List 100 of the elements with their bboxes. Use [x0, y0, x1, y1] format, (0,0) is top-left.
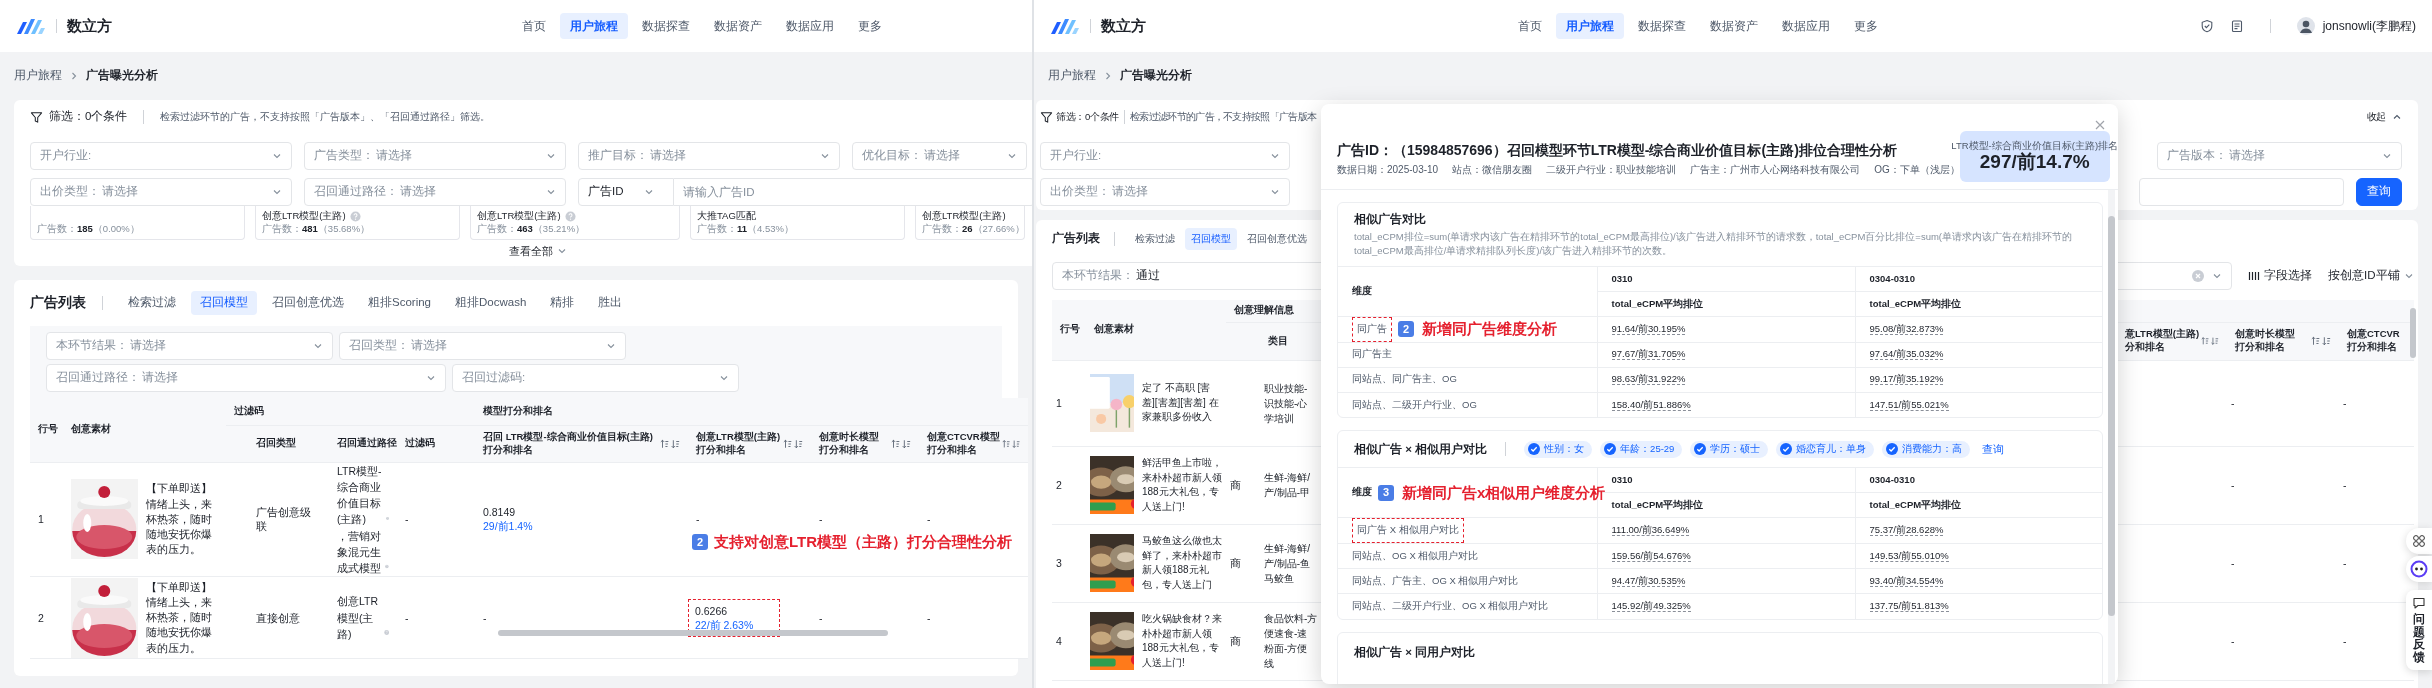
nav-tab[interactable]: 首页 [512, 12, 556, 40]
column-header: total_eCPM平均排位 [1869, 498, 1962, 510]
tab[interactable]: 粗排Scoring [359, 291, 440, 315]
column-settings-button[interactable]: 字段选择 [2248, 268, 2312, 284]
table-cell: - [2343, 634, 2347, 647]
stat-title: 创意LTR模型(主路) [262, 210, 346, 223]
path-text: LTR模型-综合商业价值目标(主路) [337, 463, 383, 528]
metric-value[interactable]: 97.64/前35.032% [1869, 348, 1944, 361]
select-field[interactable]: 召回通过路径： 请选择 [46, 364, 446, 392]
nav-tab[interactable]: 首页 [1508, 12, 1552, 40]
filter-chip[interactable]: 消费能力：高 [1882, 440, 1971, 458]
select-field[interactable]: 出价类型： 请选择 [30, 178, 292, 206]
nav-tab[interactable]: 数据资产 [1700, 12, 1768, 40]
metric-value[interactable]: 149.53/前55.010% [1869, 549, 1949, 562]
column-header: 0304-0310 [1869, 272, 1915, 284]
column-header: 行号 [38, 423, 58, 435]
filter-chip[interactable]: 婚恋育儿：单身 [1776, 440, 1875, 458]
filter-chip[interactable]: 年龄：25-29 [1600, 440, 1683, 458]
row-number: 3 [1056, 556, 1062, 569]
query-button[interactable]: 查询 [2356, 178, 2402, 206]
select-field[interactable]: 广告类型： 请选择 [304, 142, 566, 170]
brand-name: 数立方 [67, 15, 112, 36]
nav-tab[interactable]: 数据资产 [704, 12, 772, 40]
nav-tab[interactable]: 用户旅程 [560, 12, 628, 40]
metric-value[interactable]: 147.51/前55.021% [1869, 398, 1949, 411]
metric-value[interactable]: 99.17/前35.192% [1869, 373, 1944, 386]
creative-text: 鲜活甲鱼上市啦，来朴朴超市新人领188元大礼包，专人送上门! [1142, 456, 1222, 514]
tab[interactable]: 召回创意优选 [1241, 228, 1313, 250]
column-header: 创意素材 [1094, 323, 1134, 335]
layout-dropdown[interactable]: 按创意ID平铺 [2328, 268, 2414, 284]
breadcrumb-item: 广告曝光分析 [86, 68, 158, 84]
breadcrumb-item[interactable]: 用户旅程 [1048, 68, 1096, 84]
nav-tab[interactable]: 数据探查 [1628, 12, 1696, 40]
filter-hint: 检索过滤环节的广告，不支持按照「广告版本」、「召回通过路径」筛选。 [160, 110, 491, 124]
column-header: 创意时长模型 打分和排名 [2235, 328, 2295, 354]
metric-value[interactable]: 91.64/前30.195% [1611, 322, 1686, 335]
metric-value[interactable]: 145.92/前49.325% [1611, 599, 1691, 612]
nav-tab[interactable]: 更多 [1844, 12, 1888, 40]
nav-tab[interactable]: 数据探查 [632, 12, 700, 40]
rank-link[interactable]: 22/前 2.63% [695, 617, 773, 633]
nav-tab[interactable]: 数据应用 [1772, 12, 1840, 40]
dimension-label: 同站点、同广告主、OG [1352, 373, 1457, 387]
select-field[interactable]: 广告版本： 请选择 [2157, 142, 2402, 170]
annotation-text: 新增同广告x相似用户维度分析 [1402, 482, 1606, 503]
select-field[interactable]: 本环节结果： 请选择 [46, 332, 333, 360]
feedback-button[interactable]: 问题反馈 [2406, 590, 2432, 670]
breadcrumb-item[interactable]: 用户旅程 [14, 68, 62, 84]
expand-link[interactable]: 查看全部 [509, 243, 567, 259]
id-type-dropdown[interactable]: 广告ID [578, 178, 674, 206]
creative-text: 【下单即送】情绪上头，来杯热茶，随时随地安抚你爆表的压力。 [145, 481, 213, 558]
section-title: 相似广告 × 同用户对比 [1354, 644, 1477, 660]
creative-text: 定了 不高职 [害羞][害羞][害羞] 在家兼职多份收入 [1142, 381, 1220, 425]
tab[interactable]: 粗排Docwash [446, 291, 536, 315]
nav-tab[interactable]: 更多 [848, 12, 892, 40]
select-field[interactable]: 召回通过路径： 请选择 [304, 178, 566, 206]
filter-summary: 筛选：0个条件 [1056, 110, 1120, 124]
filter-chip[interactable]: 性别：女 [1524, 440, 1593, 458]
id-input-field[interactable]: 请输入广告ID [674, 178, 1032, 206]
metric-value[interactable]: 95.08/前32.873% [1869, 322, 1944, 335]
column-header: 行号 [1060, 323, 1080, 335]
metric-value[interactable]: 75.37/前28.628% [1869, 524, 1944, 537]
tab[interactable]: 召回模型 [1185, 228, 1237, 250]
brand-name: 数立方 [1101, 15, 1146, 36]
metric-value[interactable]: 137.75/前51.813% [1869, 599, 1949, 612]
metric-value[interactable]: 98.63/前31.922% [1611, 373, 1686, 386]
rank-link[interactable]: 29/前1.4% [483, 519, 533, 534]
tab[interactable]: 检索过滤 [119, 291, 185, 315]
metric-value[interactable]: 111.00/前36.649% [1611, 524, 1690, 537]
user-name[interactable]: jonsnowli(李鹏程) [2322, 17, 2416, 35]
select-field[interactable]: 召回过滤码: [452, 364, 739, 392]
select-field[interactable]: 召回类型： 请选择 [339, 332, 626, 360]
tab[interactable]: 召回创意优选 [263, 291, 353, 315]
table-cell: - [2343, 396, 2347, 409]
section-title: 相似广告 × 相似用户对比 [1354, 441, 1488, 457]
select-field[interactable]: 出价类型： 请选择 [1040, 178, 1290, 206]
metric-value[interactable]: 97.67/前31.705% [1611, 348, 1686, 361]
tab[interactable]: 召回模型 [191, 291, 257, 315]
filter-chip[interactable]: 学历：硕士 [1690, 440, 1769, 458]
metric-value[interactable]: 93.40/前34.554% [1869, 574, 1944, 587]
column-header: 0310 [1611, 272, 1633, 284]
category-text: 生鲜-海鲜/ 产/制品-甲 [1264, 472, 1311, 498]
column-header: 召回 LTR模型-综合商业价值目标(主路) 打分和排名 [483, 430, 653, 457]
tab[interactable]: 检索过滤 [1129, 228, 1181, 250]
stat-count: 广告数：26（27.66%） [922, 223, 1018, 236]
metric-value[interactable]: 94.47/前30.535% [1611, 574, 1686, 587]
nav-tab[interactable]: 数据应用 [776, 12, 844, 40]
tab[interactable]: 胜出 [589, 291, 632, 315]
metric-value[interactable]: 158.40/前51.886% [1611, 398, 1691, 411]
rank-value: 297/前14.7% [1979, 152, 2090, 174]
column-header: 0310 [1611, 473, 1633, 485]
nav-tab[interactable]: 用户旅程 [1556, 12, 1624, 40]
row-number: 1 [1056, 396, 1062, 409]
query-link[interactable]: 查询 [1982, 441, 2005, 457]
select-field[interactable]: 推广目标： 请选择 [578, 142, 840, 170]
stat-count: 广告数：463（35.21%） [477, 223, 587, 236]
collapse-button[interactable]: 收起 [2366, 110, 2402, 124]
select-field[interactable]: 优化目标： 请选择 [852, 142, 1027, 170]
tab[interactable]: 精排 [541, 291, 584, 315]
stat-title: 创意LTR模型(主路) [922, 210, 1006, 223]
metric-value[interactable]: 159.56/前54.676% [1611, 549, 1691, 562]
